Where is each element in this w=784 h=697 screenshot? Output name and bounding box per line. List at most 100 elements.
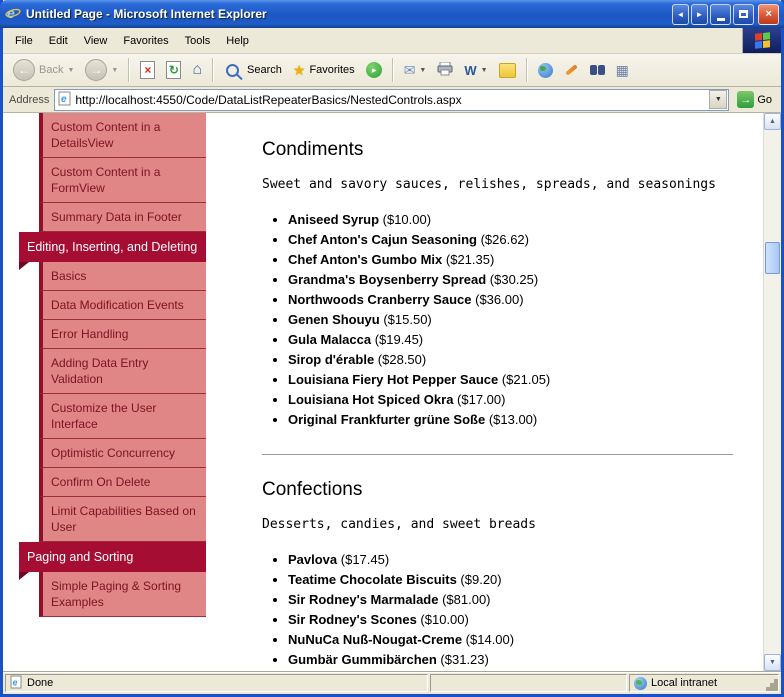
product-price: ($26.62) <box>476 232 529 247</box>
home-button[interactable]: ⌂ <box>188 59 206 81</box>
close-button[interactable]: × <box>758 3 779 25</box>
product-item: Genen Shouyu ($15.50) <box>288 312 733 328</box>
stop-button[interactable]: × <box>136 59 159 81</box>
back-icon: ← <box>13 59 35 81</box>
status-pane-main: e Done <box>5 674 428 692</box>
sidebar-menu: Custom Content in a DetailsView Custom Co… <box>3 113 206 671</box>
product-name: NuNuCa Nuß-Nougat-Creme <box>288 632 463 647</box>
status-page-icon: e <box>10 675 23 692</box>
category-title: Condiments <box>262 139 364 160</box>
product-list: Aniseed Syrup ($10.00) Chef Anton's Cajun… <box>262 212 733 428</box>
forward-dropdown-icon: ▼ <box>111 66 119 74</box>
print-button[interactable] <box>433 60 457 81</box>
stop-icon: × <box>140 61 156 79</box>
sidebar-item-simple-paging-sorting-examples[interactable]: Simple Paging & Sorting Examples <box>39 572 206 617</box>
back-button[interactable]: ← Back ▼ <box>9 57 78 83</box>
product-name: Grandma's Boysenberry Spread <box>288 272 487 287</box>
maximize-button[interactable] <box>733 3 754 25</box>
msn-button[interactable] <box>534 61 557 80</box>
browser-viewport: Custom Content in a DetailsView Custom Co… <box>3 113 781 671</box>
menu-help[interactable]: Help <box>218 32 257 50</box>
scrollbar-track[interactable] <box>764 130 781 654</box>
scroll-up-button[interactable]: ▲ <box>764 113 781 130</box>
title-nav-back-button[interactable]: ◄ <box>672 3 689 25</box>
menu-favorites[interactable]: Favorites <box>115 32 176 50</box>
menu-file[interactable]: File <box>7 32 41 50</box>
back-dropdown-icon: ▼ <box>67 66 75 74</box>
toolbar-options-button[interactable]: ▦ <box>612 60 633 81</box>
product-price: ($15.50) <box>379 312 432 327</box>
sidebar-item-custom-content-in-a-formview[interactable]: Custom Content in a FormView <box>39 158 206 203</box>
sidebar-item-limit-capabilities-based-on-user[interactable]: Limit Capabilities Based on User <box>39 497 206 542</box>
sidebar-item-custom-content-in-a-detailsview[interactable]: Custom Content in a DetailsView <box>39 113 206 158</box>
favorites-star-icon: ★ <box>292 61 306 78</box>
sidebar-header-editing-inserting-and-deleting[interactable]: Editing, Inserting, and Deleting <box>19 232 206 270</box>
search-button[interactable]: Search <box>220 60 286 81</box>
product-price: ($17.00) <box>453 392 506 407</box>
mail-button[interactable]: ✉ ▼ <box>400 60 431 81</box>
windows-logo-icon <box>742 28 781 53</box>
sidebar-item-adding-data-entry-validation[interactable]: Adding Data Entry Validation <box>39 349 206 394</box>
status-bar: e Done Local intranet <box>3 671 781 694</box>
go-button[interactable]: → Go <box>734 90 775 109</box>
scroll-down-button[interactable]: ▼ <box>764 654 781 671</box>
sidebar-item-confirm-on-delete[interactable]: Confirm On Delete <box>39 468 206 497</box>
product-list: Pavlova ($17.45) Teatime Chocolate Biscui… <box>262 552 733 668</box>
product-item: Aniseed Syrup ($10.00) <box>288 212 733 228</box>
media-button[interactable]: ▸ <box>362 60 386 80</box>
status-pane-zone: Local intranet <box>629 674 779 692</box>
search-icon <box>226 63 240 77</box>
product-item: NuNuCa Nuß-Nougat-Creme ($14.00) <box>288 632 733 648</box>
product-name: Chef Anton's Gumbo Mix <box>288 252 443 267</box>
scroll-down-icon: ▼ <box>769 659 776 666</box>
status-text: Done <box>27 677 54 689</box>
edit-with-word-button[interactable]: W ▼ <box>460 61 491 80</box>
back-label: Back <box>39 64 64 76</box>
scrollbar-thumb[interactable] <box>765 242 780 274</box>
product-price: ($14.00) <box>462 632 515 647</box>
print-icon <box>437 61 453 79</box>
product-name: Sir Rodney's Marmalade <box>288 592 439 607</box>
research-button[interactable] <box>560 60 583 80</box>
sidebar-item-customize-the-user-interface[interactable]: Customize the User Interface <box>39 394 206 439</box>
sidebar-header-paging-and-sorting[interactable]: Paging and Sorting <box>19 542 206 580</box>
product-name: Pavlova <box>288 552 338 567</box>
favorites-button[interactable]: ★ Favorites <box>289 60 359 81</box>
sidebar-item-error-handling[interactable]: Error Handling <box>39 320 206 349</box>
forward-button[interactable]: → ▼ <box>81 57 122 83</box>
sidebar-item-optimistic-concurrency[interactable]: Optimistic Concurrency <box>39 439 206 468</box>
product-name: Gumbär Gummibärchen <box>288 652 437 667</box>
messenger-button[interactable] <box>495 61 520 80</box>
address-dropdown-button[interactable]: ▼ <box>709 90 728 109</box>
close-icon: × <box>765 8 772 20</box>
product-item: Sir Rodney's Marmalade ($81.00) <box>288 592 733 608</box>
vertical-scrollbar[interactable]: ▲ ▼ <box>763 113 781 671</box>
forward-arrow-glyph: → <box>90 63 103 77</box>
minimize-button[interactable] <box>710 3 731 25</box>
discuss-icon <box>589 65 605 75</box>
resize-grip[interactable] <box>774 687 778 691</box>
product-name: Sir Rodney's Scones <box>288 612 417 627</box>
sidebar-item-summary-data-in-footer[interactable]: Summary Data in Footer <box>39 203 206 232</box>
page-content: Custom Content in a DetailsView Custom Co… <box>3 113 763 671</box>
product-name: Teatime Chocolate Biscuits <box>288 572 457 587</box>
product-price: ($30.25) <box>486 272 539 287</box>
title-bar[interactable]: e Untitled Page - Microsoft Internet Exp… <box>0 0 784 28</box>
section-divider <box>262 454 733 455</box>
toolbar-separator <box>212 58 215 82</box>
sidebar-item-data-modification-events[interactable]: Data Modification Events <box>39 291 206 320</box>
address-input[interactable] <box>75 92 707 107</box>
menu-edit[interactable]: Edit <box>41 32 76 50</box>
menu-view[interactable]: View <box>76 32 116 50</box>
discuss-button[interactable] <box>586 63 609 77</box>
right-arrow-icon: ► <box>695 9 704 19</box>
menu-tools[interactable]: Tools <box>177 32 219 50</box>
category-description: Sweet and savory sauces, relishes, sprea… <box>262 177 716 192</box>
product-item: Gula Malacca ($19.45) <box>288 332 733 348</box>
sidebar-item-basics[interactable]: Basics <box>39 262 206 291</box>
refresh-button[interactable]: ↻ <box>162 59 185 81</box>
product-name: Northwoods Cranberry Sauce <box>288 292 472 307</box>
minimize-icon <box>716 17 725 21</box>
media-icon: ▸ <box>365 62 382 78</box>
title-nav-forward-button[interactable]: ► <box>691 3 708 25</box>
